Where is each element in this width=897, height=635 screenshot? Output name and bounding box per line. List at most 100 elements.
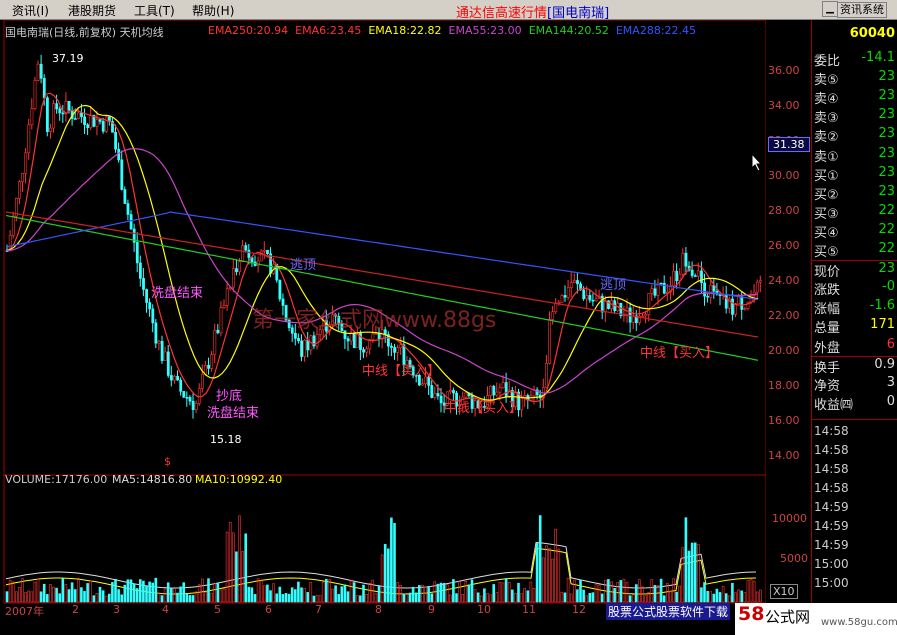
volume-bar	[684, 517, 688, 603]
candle-body	[737, 296, 741, 305]
quote-value: -14.1	[861, 50, 895, 65]
candle-body	[421, 383, 424, 386]
volume-bar	[293, 589, 297, 603]
menu-help[interactable]: 帮助(H)	[192, 2, 234, 19]
volume-bar	[662, 595, 666, 603]
quote-row: 卖② 23	[811, 126, 897, 145]
ema-legend-item: EMA288:22.45	[615, 24, 697, 37]
candle-body	[58, 108, 62, 114]
month-axis-label: 3	[113, 603, 120, 616]
volume-bar	[402, 593, 406, 603]
quote-row: 买⑤ 22	[811, 241, 897, 260]
quote-value: -1.6	[869, 298, 895, 314]
volume-bar	[731, 582, 734, 603]
menu-tools[interactable]: 工具(T)	[134, 2, 175, 19]
volume-bar	[653, 585, 657, 603]
candle-body	[114, 132, 118, 150]
quote-panel: 60040 委比 -14.1 卖⑤ 23 卖④ 23 卖③ 23 卖② 23 卖① 23 买① 23 买② 2…	[811, 20, 897, 635]
price-axis-tick: 16.00	[768, 414, 800, 427]
quote-row: 收益㈣ 0	[811, 394, 897, 413]
candle-body	[52, 103, 56, 129]
candle-body	[740, 296, 744, 310]
app-title-text: 通达信高速行情	[456, 6, 548, 21]
price-axis-tick: 30.00	[768, 169, 800, 182]
quote-key: 收益㈣	[814, 397, 854, 413]
quote-key: 买②	[814, 187, 839, 203]
volume-bar	[191, 595, 195, 603]
candle-body	[706, 295, 710, 298]
candle-body	[569, 282, 573, 288]
volume-bar	[117, 589, 120, 603]
quote-value: 171	[870, 317, 895, 333]
volume-bar	[297, 581, 300, 603]
month-axis-label: 10	[477, 603, 491, 616]
news-system-button[interactable]: 资讯系统	[837, 2, 887, 18]
ema-legend-item: EMA18:22.82	[368, 24, 442, 37]
volume-bar	[455, 593, 458, 603]
site-logo: 58 公式网 www.58gu.com	[735, 603, 897, 635]
mid-line-label-2: 中线【买入】	[444, 397, 522, 416]
volume-bar	[591, 592, 595, 603]
volume-bar	[476, 592, 480, 603]
candle-body	[95, 119, 99, 127]
candle-body	[39, 63, 43, 79]
candle-body	[73, 118, 77, 120]
download-banner[interactable]: 股票公式股票软件下载	[606, 603, 731, 620]
candle-body	[492, 385, 496, 396]
volume-bar	[284, 593, 288, 603]
menu-news[interactable]: 资讯(I)	[12, 2, 49, 19]
volume-bar	[281, 594, 285, 603]
volume-ma5: MA5:14816.80	[112, 473, 193, 486]
volume-bar	[98, 586, 102, 603]
volume-bar	[334, 585, 337, 603]
volume-bar	[526, 590, 530, 603]
quote-row: 净资 3	[811, 375, 897, 394]
volume-bar	[101, 590, 105, 603]
candle-body	[80, 112, 83, 118]
candle-body	[173, 376, 176, 381]
candle-body	[396, 347, 400, 353]
month-axis-label: 8	[375, 603, 382, 616]
volume-bar	[170, 588, 173, 603]
candle-body	[452, 390, 455, 394]
volume-bar	[700, 587, 703, 603]
volume-bar	[142, 580, 145, 603]
volume-bar	[718, 592, 722, 603]
quote-key: 卖①	[814, 149, 839, 165]
tick-time: 14:58	[814, 481, 849, 495]
candle-body	[758, 280, 762, 283]
candle-body	[755, 281, 759, 293]
tick-time: 15:00	[814, 557, 849, 571]
quote-value: 23	[878, 126, 895, 142]
ema-legend-item: EMA250:20.94	[208, 24, 289, 37]
mid-buy-text-3: 【买入】	[666, 346, 719, 361]
volume-bar	[436, 583, 440, 603]
candle-body	[734, 303, 738, 315]
volume-bar	[706, 590, 709, 603]
ema-legend-item: EMA6:23.45	[295, 24, 362, 37]
tick-time: 14:59	[814, 538, 849, 552]
candle-body	[135, 242, 139, 264]
volume-bar	[377, 585, 381, 603]
quote-key: 净资	[814, 378, 841, 394]
mid-line-label-1: 中线【买入】	[362, 360, 440, 379]
volume-bar	[411, 586, 415, 603]
minimize-button[interactable]: ▁	[822, 1, 838, 17]
volume-unit: X10	[770, 584, 798, 599]
menu-hk-futures[interactable]: 港股期货	[68, 2, 116, 19]
volume-bar	[123, 584, 127, 603]
volume-bar	[414, 592, 418, 603]
volume-bar	[535, 543, 539, 603]
volume-bar	[427, 586, 430, 603]
volume-bar	[166, 582, 170, 603]
volume-bar	[715, 588, 719, 603]
candle-body	[185, 396, 189, 399]
month-axis-label: 5	[214, 603, 221, 616]
candle-body	[315, 334, 319, 347]
volume-bar	[55, 587, 58, 603]
volume-bar	[73, 589, 77, 603]
escape-top-label-1: 逃顶	[290, 258, 317, 273]
candle-body	[117, 148, 121, 161]
candle-body	[560, 295, 564, 303]
candle-body	[77, 112, 80, 119]
